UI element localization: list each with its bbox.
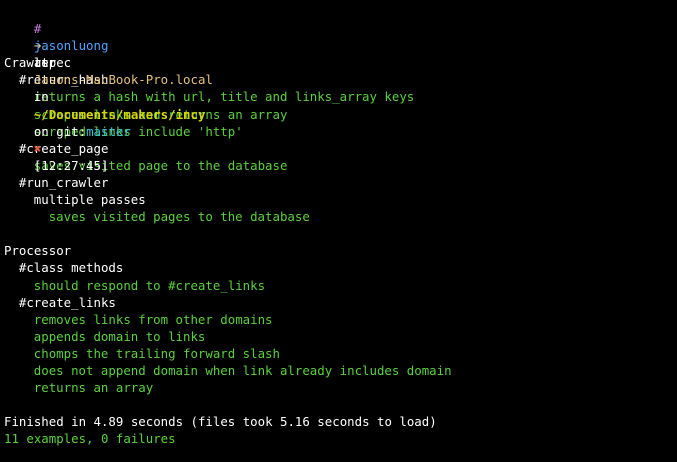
passing-example-line-text: should respond to #create_links bbox=[33, 277, 266, 293]
command-line[interactable]: ➜ rspec bbox=[4, 20, 677, 70]
passing-example-line-text: saves visited pages to the database bbox=[48, 209, 310, 225]
prompt-host: Jasons-MacBook-Pro.local bbox=[33, 72, 213, 88]
passing-example-line-text: does not append domain when link already… bbox=[33, 362, 452, 378]
passing-example-line-text: appends domain to links bbox=[33, 328, 206, 344]
prompt-hash: # bbox=[33, 21, 42, 37]
spec-group-line-text: #create_links bbox=[18, 294, 116, 310]
spec-group-line-text: #run_crawler bbox=[18, 174, 109, 190]
passing-example-line-text: removes links from other domains bbox=[33, 311, 273, 327]
prompt-user: jasonluong bbox=[33, 38, 109, 54]
dirty-status-icon: ✖ bbox=[33, 140, 42, 156]
passing-example-line-text: chomps the trailing forward slash bbox=[33, 345, 280, 361]
spec-group-line: Crawler bbox=[4, 54, 677, 71]
prompt-in: in bbox=[33, 89, 49, 105]
spec-group-line-text: #class methods bbox=[18, 260, 124, 276]
passing-example-line-text: returns a hash with url, title and links… bbox=[33, 89, 415, 105]
passing-example-line: appends domain to links bbox=[4, 328, 677, 345]
examples-summary-line-text: 11 examples, 0 failures bbox=[4, 431, 176, 447]
spec-group-line: multiple passes bbox=[4, 191, 677, 208]
passing-example-line: removes links from other domains bbox=[4, 311, 677, 328]
spec-group-line: #create_page bbox=[4, 140, 677, 157]
passing-example-line-text: returns an array bbox=[33, 380, 154, 396]
examples-summary-line: 11 examples, 0 failures bbox=[4, 430, 677, 447]
prompt-git-label: git: bbox=[56, 123, 87, 139]
spec-group-line: #create_links bbox=[4, 294, 677, 311]
finished-time-line-text: Finished in 4.89 seconds (files took 5.1… bbox=[4, 414, 437, 430]
rspec-output: Crawler #return_hash returns a hash with u… bbox=[4, 37, 677, 447]
passing-example-line: saves visited pages to the database bbox=[4, 208, 677, 225]
passing-example-line: should respond to #create_links bbox=[4, 277, 677, 294]
shell-prompt: # jasonluong at Jasons-MacBook-Pro.local… bbox=[4, 3, 677, 173]
passing-example-line: chomps the trailing forward slash bbox=[4, 345, 677, 362]
spec-group-line: Processor bbox=[4, 242, 677, 259]
spec-group-line-text: multiple passes bbox=[33, 192, 146, 208]
prompt-on: on bbox=[33, 123, 49, 139]
spec-group-line: #class methods bbox=[4, 259, 677, 276]
prompt-time: [12:27:45] bbox=[33, 157, 109, 173]
prompt-path: ~/Documents/makers/incy bbox=[33, 106, 206, 122]
passing-example-line: does not append domain when link already… bbox=[4, 362, 677, 379]
terminal-window[interactable]: # jasonluong at Jasons-MacBook-Pro.local… bbox=[0, 0, 677, 462]
finished-time-line: Finished in 4.89 seconds (files took 5.1… bbox=[4, 413, 677, 430]
passing-example-line: returns an array bbox=[4, 379, 677, 396]
prompt-at: at bbox=[33, 55, 49, 71]
passing-example-line: returns a hash with url, title and links… bbox=[4, 88, 677, 105]
spec-group-line: #run_crawler bbox=[4, 174, 677, 191]
spec-group-line-text: Processor bbox=[4, 243, 72, 259]
prompt-branch: master bbox=[86, 123, 131, 139]
